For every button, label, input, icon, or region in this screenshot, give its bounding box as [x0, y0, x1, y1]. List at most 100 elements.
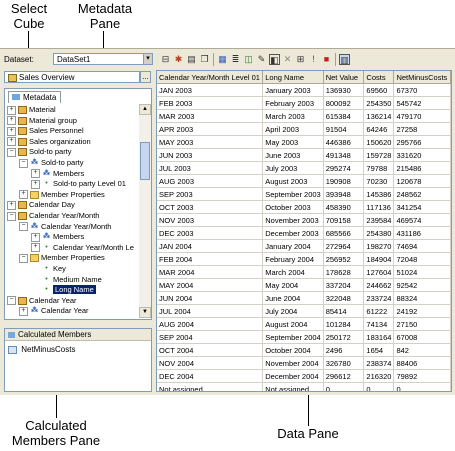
column-header[interactable]: Calendar Year/Month Level 01 — [157, 71, 264, 84]
expand-icon[interactable]: + — [31, 179, 40, 189]
table-row[interactable]: JAN 2003 January 2003 136930 69560 67370 — [157, 83, 451, 97]
tree-node[interactable]: − Calendar Year — [7, 295, 77, 306]
table-cell: 91504 — [323, 122, 365, 136]
table-row[interactable]: Not assigned Not assigned 0 0 0 — [157, 382, 451, 391]
tree-node[interactable]: + ⁂ Members — [31, 168, 84, 179]
expand-icon[interactable]: + — [31, 243, 40, 253]
tree-node[interactable]: • Key — [31, 263, 66, 274]
tree-node[interactable]: − Member Properties — [19, 252, 105, 263]
show-empty-icon[interactable]: ✎ — [256, 54, 267, 65]
copy-icon[interactable]: ❐ — [199, 54, 210, 65]
refresh-icon[interactable]: ✱ — [173, 54, 184, 65]
table-row[interactable]: MAR 2003 March 2003 615384 136214 479170 — [157, 109, 451, 123]
sort-icon[interactable]: ≣ — [230, 54, 241, 65]
table-row[interactable]: DEC 2004 December 2004 296612 216320 79892 — [157, 369, 451, 383]
scrollbar-thumb[interactable] — [140, 142, 150, 180]
tree-node[interactable]: + Sales organization — [7, 136, 91, 147]
export-icon[interactable]: ▤ — [186, 54, 197, 65]
scroll-down-icon[interactable]: ▼ — [139, 307, 151, 318]
collapse-icon[interactable]: − — [19, 158, 28, 168]
table-row[interactable]: SEP 2003 September 2003 393948 145386 248562 — [157, 187, 451, 201]
scroll-up-icon[interactable]: ▲ — [139, 104, 151, 115]
tree-node[interactable]: + ⁂ Members — [31, 231, 84, 242]
tree-node[interactable]: − Sold-to party — [7, 146, 72, 157]
table-row[interactable]: JUN 2004 June 2004 322048 233724 88324 — [157, 291, 451, 305]
delete-icon[interactable]: ✕ — [282, 54, 293, 65]
tree-node[interactable]: + Sales Personnel — [7, 125, 84, 136]
collapse-icon[interactable]: − — [7, 211, 16, 221]
stop-icon[interactable]: ■ — [321, 54, 332, 65]
table-cell: March 2004 — [262, 265, 324, 279]
tree-node[interactable]: • Medium Name — [31, 274, 102, 285]
tree-node[interactable]: + ⁂ Calendar Year — [19, 305, 89, 316]
tab-metadata[interactable]: Metadata — [8, 91, 62, 103]
expand-icon[interactable]: + — [31, 232, 40, 242]
table-cell: 0 — [363, 382, 395, 391]
collapse-icon[interactable]: − — [19, 253, 28, 263]
column-header[interactable]: Net Value — [323, 71, 365, 84]
table-row[interactable]: JUL 2003 July 2003 295274 79788 215486 — [157, 161, 451, 175]
table-row[interactable]: OCT 2004 October 2004 2496 1654 842 — [157, 343, 451, 357]
tree-node[interactable]: − Calendar Year/Month — [7, 210, 99, 221]
table-row[interactable]: AUG 2004 August 2004 101284 74134 27150 — [157, 317, 451, 331]
table-row[interactable]: FEB 2004 February 2004 256952 184904 72048 — [157, 252, 451, 266]
table-row[interactable]: OCT 2003 October 2003 458390 117136 341254 — [157, 200, 451, 214]
toolbar: Dataset: DataSet1 ▾ ⊟ ✱ ▤ ❐ ▦ ≣ ◫ ✎ ◧ ✕ … — [0, 50, 455, 69]
tree-node[interactable]: + Material — [7, 104, 56, 115]
expand-icon[interactable]: + — [19, 190, 28, 200]
auto-execute-icon[interactable]: ◧ — [269, 54, 280, 65]
table-row[interactable]: SEP 2004 September 2004 250172 183164 67008 — [157, 330, 451, 344]
table-cell: 184904 — [363, 252, 395, 266]
chevron-down-icon[interactable]: ▾ — [143, 53, 153, 65]
design-mode-icon[interactable]: ▥ — [339, 54, 350, 65]
dataset-select[interactable]: DataSet1 — [53, 53, 153, 65]
table-row[interactable]: JUN 2003 June 2003 491348 159728 331620 — [157, 148, 451, 162]
expand-icon[interactable]: + — [7, 137, 16, 147]
collapse-icon[interactable]: − — [7, 147, 16, 157]
expand-icon[interactable]: + — [7, 126, 16, 136]
tree-node-label: Members — [53, 168, 85, 178]
metadata-scrollbar[interactable]: ▲ ▼ — [139, 104, 151, 318]
layout-icon[interactable]: ▦ — [217, 54, 228, 65]
table-row[interactable]: AUG 2003 August 2003 190908 70230 120678 — [157, 174, 451, 188]
pivot-icon[interactable]: ◫ — [243, 54, 254, 65]
cancel-icon[interactable]: ! — [308, 54, 319, 65]
table-cell: 341254 — [393, 200, 451, 214]
expand-icon[interactable]: + — [7, 105, 16, 115]
column-header[interactable]: NetMinusCosts — [393, 71, 451, 84]
tree-node[interactable]: − ⁂ Calendar Year/Month — [19, 221, 111, 232]
tree-node[interactable]: • Long Name — [31, 284, 96, 295]
table-row[interactable]: NOV 2003 November 2003 709158 239584 469574 — [157, 213, 451, 227]
tree-node[interactable]: + Member Properties — [19, 189, 105, 200]
table-row[interactable]: MAY 2004 May 2004 337204 244662 92542 — [157, 278, 451, 292]
tree-node[interactable]: − ⁂ Sold-to party — [19, 157, 84, 168]
import-icon[interactable]: ⊞ — [295, 54, 306, 65]
expand-icon[interactable]: + — [7, 200, 16, 210]
tree-node[interactable]: + Calendar Day — [7, 199, 75, 210]
calculated-member-item[interactable]: NetMinusCosts — [8, 344, 75, 355]
tree-node[interactable]: + • Sold-to party Level 01 — [31, 178, 126, 189]
table-row[interactable]: JAN 2004 January 2004 272964 198270 74694 — [157, 239, 451, 253]
tree-node[interactable]: + • Calendar Year/Month Le — [31, 242, 134, 253]
table-cell: 326780 — [323, 356, 365, 370]
tree-node[interactable]: + Material group — [7, 115, 77, 126]
table-row[interactable]: MAR 2004 March 2004 178628 127604 51024 — [157, 265, 451, 279]
column-header[interactable]: Long Name — [262, 71, 324, 84]
expand-icon[interactable]: + — [19, 306, 28, 316]
expand-icon[interactable]: + — [31, 169, 40, 179]
filter-icon[interactable]: ⊟ — [160, 54, 171, 65]
cube-selector[interactable]: Sales Overview — [4, 71, 140, 83]
table-row[interactable]: JUL 2004 July 2004 85414 61222 24192 — [157, 304, 451, 318]
collapse-icon[interactable]: − — [19, 222, 28, 232]
column-header[interactable]: Costs — [363, 71, 395, 84]
table-row[interactable]: APR 2003 April 2003 91504 64246 27258 — [157, 122, 451, 136]
expand-icon[interactable]: + — [7, 116, 16, 126]
cube-browse-button[interactable]: ... — [140, 71, 151, 83]
table-row[interactable]: NOV 2004 November 2004 326780 238374 88406 — [157, 356, 451, 370]
table-cell: 322048 — [323, 291, 365, 305]
table-row[interactable]: FEB 2003 February 2003 800092 254350 545742 — [157, 96, 451, 110]
table-cell: October 2004 — [262, 343, 324, 357]
collapse-icon[interactable]: − — [7, 296, 16, 306]
table-row[interactable]: MAY 2003 May 2003 446386 150620 295766 — [157, 135, 451, 149]
table-row[interactable]: DEC 2003 December 2003 685566 254380 431186 — [157, 226, 451, 240]
